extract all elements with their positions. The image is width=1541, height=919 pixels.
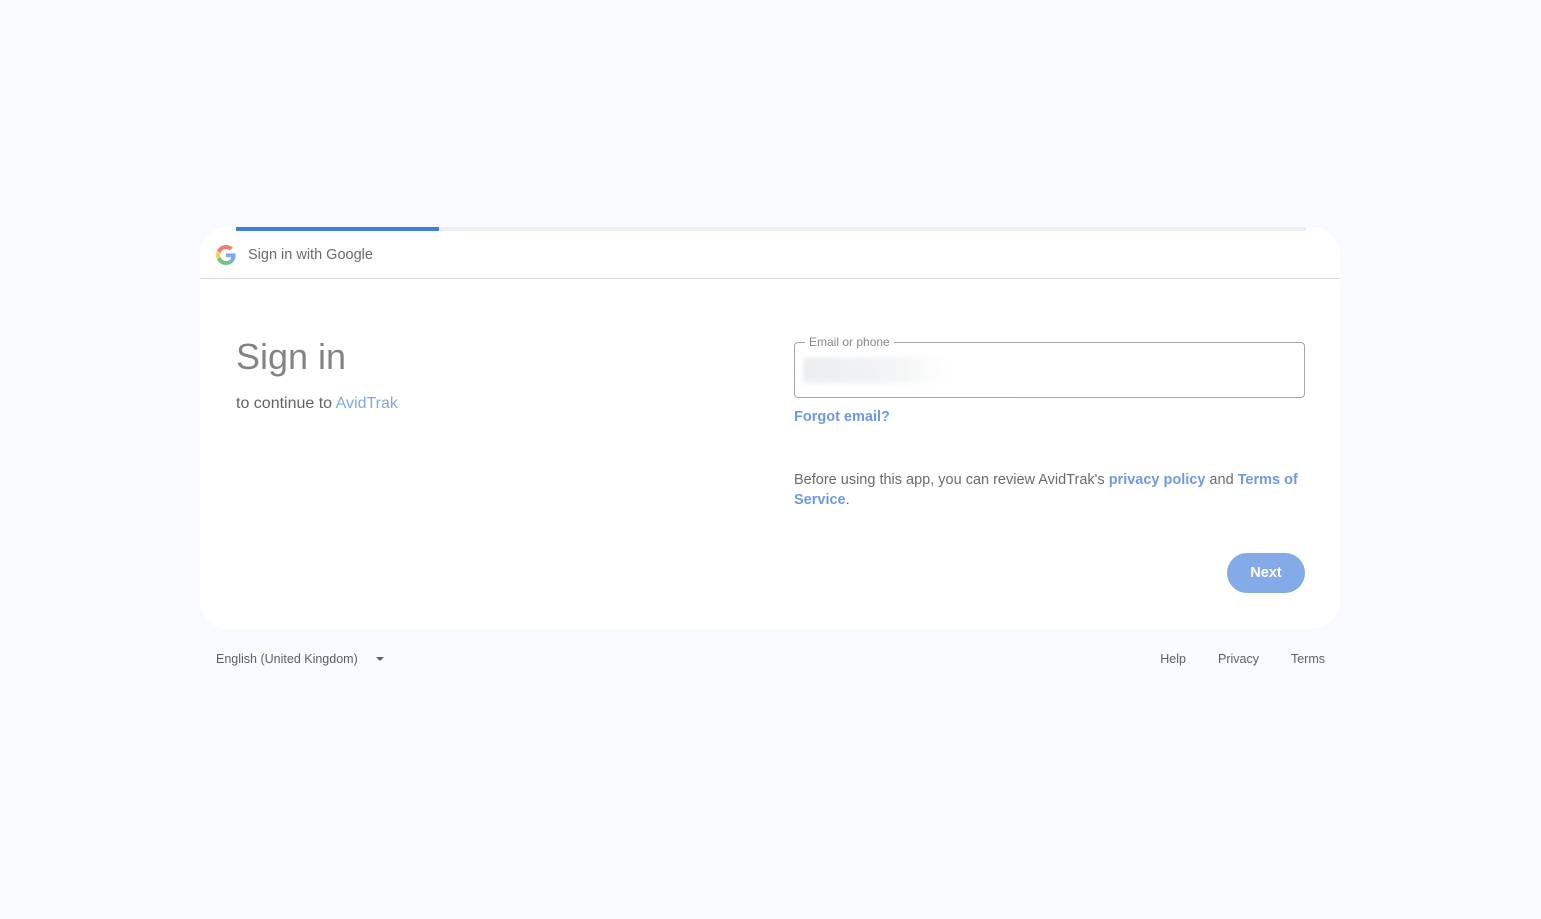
email-input[interactable]	[803, 357, 1297, 385]
next-button[interactable]: Next	[1227, 553, 1305, 593]
page-title: Sign in	[236, 336, 347, 377]
heading-section: Sign in to continue to AvidTrak	[236, 332, 398, 413]
language-select[interactable]: English (United Kingdom)	[216, 652, 384, 666]
email-field[interactable]: Email or phone	[794, 335, 1305, 398]
sign-in-page: Sign in with Google Sign in to continue …	[0, 0, 1541, 919]
forgot-email-link[interactable]: Forgot email?	[794, 409, 890, 425]
terms-link[interactable]: Terms	[1291, 652, 1325, 666]
policy-text: Before using this app, you can review Av…	[794, 470, 1305, 510]
language-select-value: English (United Kingdom)	[216, 652, 358, 666]
subtitle: to continue to AvidTrak	[236, 395, 398, 413]
app-name-link[interactable]: AvidTrak	[336, 395, 398, 412]
email-field-label: Email or phone	[805, 335, 894, 349]
footer-links: Help Privacy Terms	[1160, 652, 1325, 666]
privacy-link[interactable]: Privacy	[1218, 652, 1259, 666]
policy-suffix: .	[845, 492, 850, 508]
footer: English (United Kingdom) Help Privacy Te…	[200, 650, 1340, 672]
subtitle-text: to continue to	[236, 395, 336, 412]
help-link[interactable]: Help	[1160, 652, 1186, 666]
card-header: Sign in with Google	[200, 231, 1340, 279]
privacy-policy-link[interactable]: privacy policy	[1109, 472, 1206, 488]
form-section: Email or phone Forgot email? Before usin…	[794, 335, 1305, 510]
caret-down-icon	[375, 657, 384, 661]
sign-in-card: Sign in with Google Sign in to continue …	[200, 227, 1340, 629]
policy-and: and	[1205, 472, 1238, 488]
header-title: Sign in with Google	[248, 246, 373, 263]
google-g-icon	[216, 244, 236, 265]
policy-prefix: Before using this app, you can review Av…	[794, 472, 1109, 488]
